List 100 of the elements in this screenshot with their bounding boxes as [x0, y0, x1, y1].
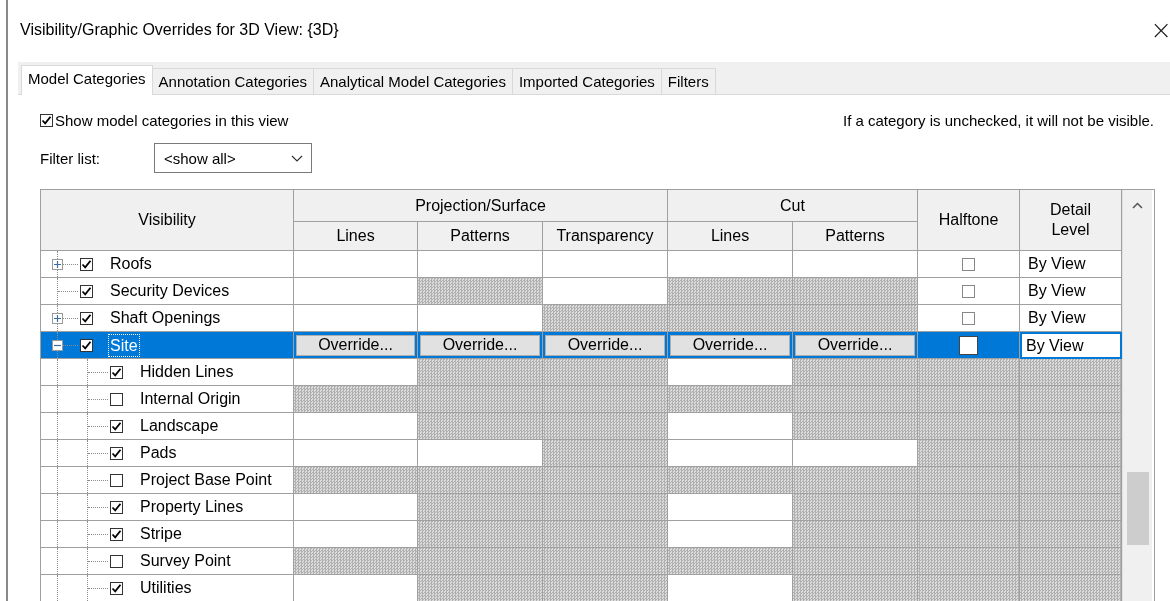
category-label: Landscape	[139, 417, 220, 435]
column-header[interactable]: Lines	[668, 222, 793, 251]
column-header[interactable]: Visibility	[138, 210, 196, 230]
category-tree-cell[interactable]: Internal Origin	[41, 386, 294, 413]
table-cell[interactable]	[668, 521, 793, 548]
checkbox[interactable]	[962, 257, 975, 271]
category-label: Utilities	[139, 579, 193, 597]
table-cell[interactable]	[418, 440, 543, 467]
override-button[interactable]: Override...	[795, 334, 915, 356]
tab[interactable]: Filters	[660, 68, 716, 94]
category-tree-cell[interactable]: Landscape	[41, 413, 294, 440]
scrollbar[interactable]	[1122, 190, 1152, 601]
category-tree-cell[interactable]: Property Lines	[41, 494, 294, 521]
table-cell[interactable]	[294, 413, 418, 440]
collapse-icon[interactable]	[52, 339, 63, 351]
override-button[interactable]: Override...	[420, 334, 540, 356]
checkbox[interactable]	[110, 392, 123, 406]
column-group-header: Projection/Surface	[294, 190, 668, 222]
checkmark-icon	[41, 114, 52, 126]
category-tree-cell[interactable]: Pads	[41, 440, 294, 467]
detail-level-field[interactable]: By View	[1020, 332, 1122, 359]
expand-icon[interactable]	[52, 258, 63, 270]
category-tree-cell[interactable]: Shaft Openings	[41, 305, 294, 332]
table-cell[interactable]	[668, 359, 793, 386]
filter-label: Filter list:	[40, 149, 101, 167]
override-button[interactable]: Override...	[296, 334, 415, 356]
table-cell[interactable]	[294, 278, 418, 305]
table-cell[interactable]	[294, 494, 418, 521]
table-cell[interactable]	[543, 251, 668, 278]
category-label: Survey Point	[139, 552, 232, 570]
table-cell[interactable]	[294, 359, 418, 386]
category-label: Roofs	[109, 255, 153, 273]
filter-dropdown[interactable]: <show all>	[154, 143, 312, 173]
checkbox[interactable]	[110, 581, 123, 595]
category-tree-cell[interactable]: Hidden Lines	[41, 359, 294, 386]
column-header[interactable]: Patterns	[793, 222, 918, 251]
checkmark-icon	[111, 420, 122, 432]
chevron-up-icon[interactable]	[1132, 202, 1143, 209]
checkbox[interactable]	[80, 284, 93, 298]
column-header[interactable]: Patterns	[418, 222, 543, 251]
column-header[interactable]: Transparency	[543, 222, 668, 251]
checkmark-icon	[81, 285, 92, 297]
window-title: Visibility/Graphic Overrides for 3D View: {3D}	[20, 21, 339, 39]
tab[interactable]: Model Categories	[21, 65, 153, 95]
column-header[interactable]: Halftone	[938, 210, 999, 230]
checkbox[interactable]	[110, 419, 123, 433]
category-label: Project Base Point	[139, 471, 273, 489]
checkbox[interactable]	[110, 500, 123, 514]
checkmark-icon	[81, 339, 92, 351]
info-text: If a category is unchecked, it will not be visible.	[843, 111, 1154, 129]
expand-icon[interactable]	[52, 312, 63, 324]
column-header[interactable]: Lines	[294, 222, 418, 251]
checkbox-label[interactable]: Show model categories in this view	[55, 111, 289, 129]
close-button[interactable]: ×	[1150, 17, 1170, 43]
category-tree-cell[interactable]: Security Devices	[41, 278, 294, 305]
table-cell[interactable]	[418, 251, 543, 278]
checkmark-icon	[81, 258, 92, 270]
category-label: Internal Origin	[139, 390, 242, 408]
checkbox[interactable]	[110, 554, 123, 568]
halftone-checkbox[interactable]	[959, 335, 978, 355]
detail-level-cell[interactable]: By View	[1020, 251, 1122, 278]
checkbox[interactable]	[80, 311, 93, 325]
category-tree-cell[interactable]: Project Base Point	[41, 467, 294, 494]
detail-level-cell[interactable]: By View	[1020, 278, 1122, 305]
checkbox[interactable]	[110, 527, 123, 541]
checkmark-icon	[111, 501, 122, 513]
checkbox[interactable]	[962, 311, 975, 325]
category-tree-cell[interactable]: Stripe	[41, 521, 294, 548]
checkbox[interactable]	[962, 284, 975, 298]
table-cell[interactable]	[668, 251, 793, 278]
category-tree-cell[interactable]: Roofs	[41, 251, 294, 278]
checkbox[interactable]	[110, 473, 123, 487]
checkbox[interactable]	[80, 338, 93, 352]
table-cell[interactable]	[294, 251, 418, 278]
checkbox[interactable]	[40, 113, 53, 127]
category-label: Security Devices	[109, 282, 231, 300]
table-cell[interactable]	[793, 440, 918, 467]
table-cell[interactable]	[793, 251, 918, 278]
override-button[interactable]: Override...	[545, 334, 665, 356]
category-tree-cell[interactable]: Survey Point	[41, 548, 294, 575]
table-cell[interactable]	[668, 494, 793, 521]
table-cell[interactable]	[668, 440, 793, 467]
checkbox[interactable]	[80, 257, 93, 271]
checkbox[interactable]	[110, 446, 123, 460]
category-label: Stripe	[139, 525, 183, 543]
checkmark-icon	[111, 366, 122, 378]
table-cell[interactable]	[668, 413, 793, 440]
override-button[interactable]: Override...	[670, 334, 790, 356]
category-label: Pads	[139, 444, 178, 462]
checkmark-icon	[81, 312, 92, 324]
checkbox[interactable]	[110, 365, 123, 379]
table-cell[interactable]	[543, 278, 668, 305]
detail-level-cell[interactable]: By View	[1020, 305, 1122, 332]
scrollbar-thumb[interactable]	[1126, 472, 1149, 545]
table-cell[interactable]	[294, 305, 418, 332]
category-label: Property Lines	[139, 498, 245, 516]
table-cell[interactable]	[294, 521, 418, 548]
table-cell[interactable]	[418, 305, 543, 332]
table-cell[interactable]	[294, 440, 418, 467]
category-tree-cell[interactable]: Site	[41, 332, 294, 359]
